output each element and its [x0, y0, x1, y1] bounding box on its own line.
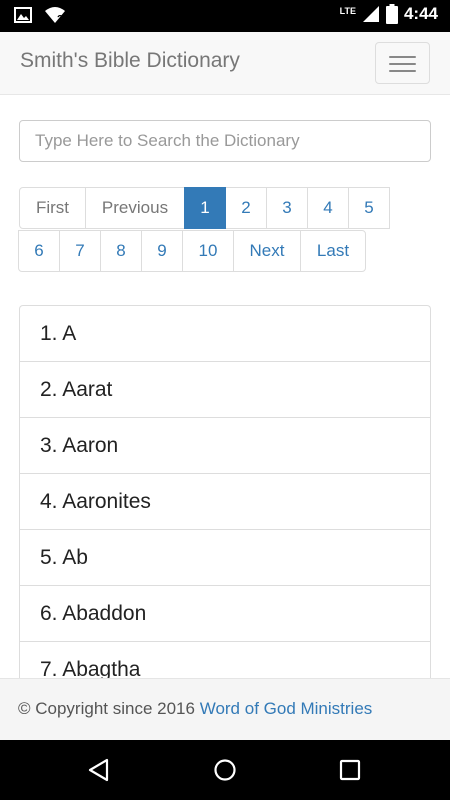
copyright-text: © Copyright since 2016 [18, 699, 195, 718]
status-left-icons: ? [14, 6, 66, 24]
page-next-button[interactable]: Next [233, 230, 301, 272]
menu-toggle-button[interactable] [375, 42, 430, 84]
page-7-button[interactable]: 7 [59, 230, 101, 272]
list-item[interactable]: 7. Abagtha [20, 642, 430, 679]
network-type-label: LTE [339, 6, 356, 16]
status-right-icons: LTE 4:44 [340, 4, 438, 24]
page-2-button[interactable]: 2 [225, 187, 267, 229]
footer-text: © Copyright since 2016 Word of God Minis… [18, 699, 372, 719]
back-icon[interactable] [87, 758, 111, 782]
wifi-question-icon: ? [45, 7, 65, 24]
page-previous-button[interactable]: Previous [85, 187, 185, 229]
svg-text:?: ? [57, 14, 63, 24]
list-item[interactable]: 6. Abaddon [20, 586, 430, 642]
navbar: Smith's Bible Dictionary [0, 32, 450, 95]
page-5-button[interactable]: 5 [348, 187, 390, 229]
battery-icon [385, 4, 398, 24]
page-1-button[interactable]: 1 [184, 187, 226, 229]
list-item[interactable]: 1. A [20, 306, 430, 362]
list-item[interactable]: 2. Aarat [20, 362, 430, 418]
list-item[interactable]: 5. Ab [20, 530, 430, 586]
page-8-button[interactable]: 8 [100, 230, 142, 272]
footer: © Copyright since 2016 Word of God Minis… [0, 678, 450, 740]
image-icon [14, 7, 32, 23]
recents-icon[interactable] [339, 759, 361, 781]
page-last-button[interactable]: Last [300, 230, 366, 272]
page-6-button[interactable]: 6 [18, 230, 60, 272]
page-first-button[interactable]: First [19, 187, 86, 229]
footer-link[interactable]: Word of God Ministries [200, 699, 373, 718]
brand-title[interactable]: Smith's Bible Dictionary [20, 49, 240, 73]
entry-list: 1. A 2. Aarat 3. Aaron 4. Aaronites 5. A… [19, 305, 431, 678]
page-9-button[interactable]: 9 [141, 230, 183, 272]
page-4-button[interactable]: 4 [307, 187, 349, 229]
search-input[interactable] [19, 120, 431, 162]
page-10-button[interactable]: 10 [182, 230, 234, 272]
signal-icon [362, 6, 379, 22]
status-bar: ? LTE 4:44 [0, 0, 450, 32]
list-item[interactable]: 4. Aaronites [20, 474, 430, 530]
list-item[interactable]: 3. Aaron [20, 418, 430, 474]
home-icon[interactable] [213, 758, 237, 782]
status-time: 4:44 [403, 4, 438, 23]
page-3-button[interactable]: 3 [266, 187, 308, 229]
system-nav-bar [0, 740, 450, 800]
